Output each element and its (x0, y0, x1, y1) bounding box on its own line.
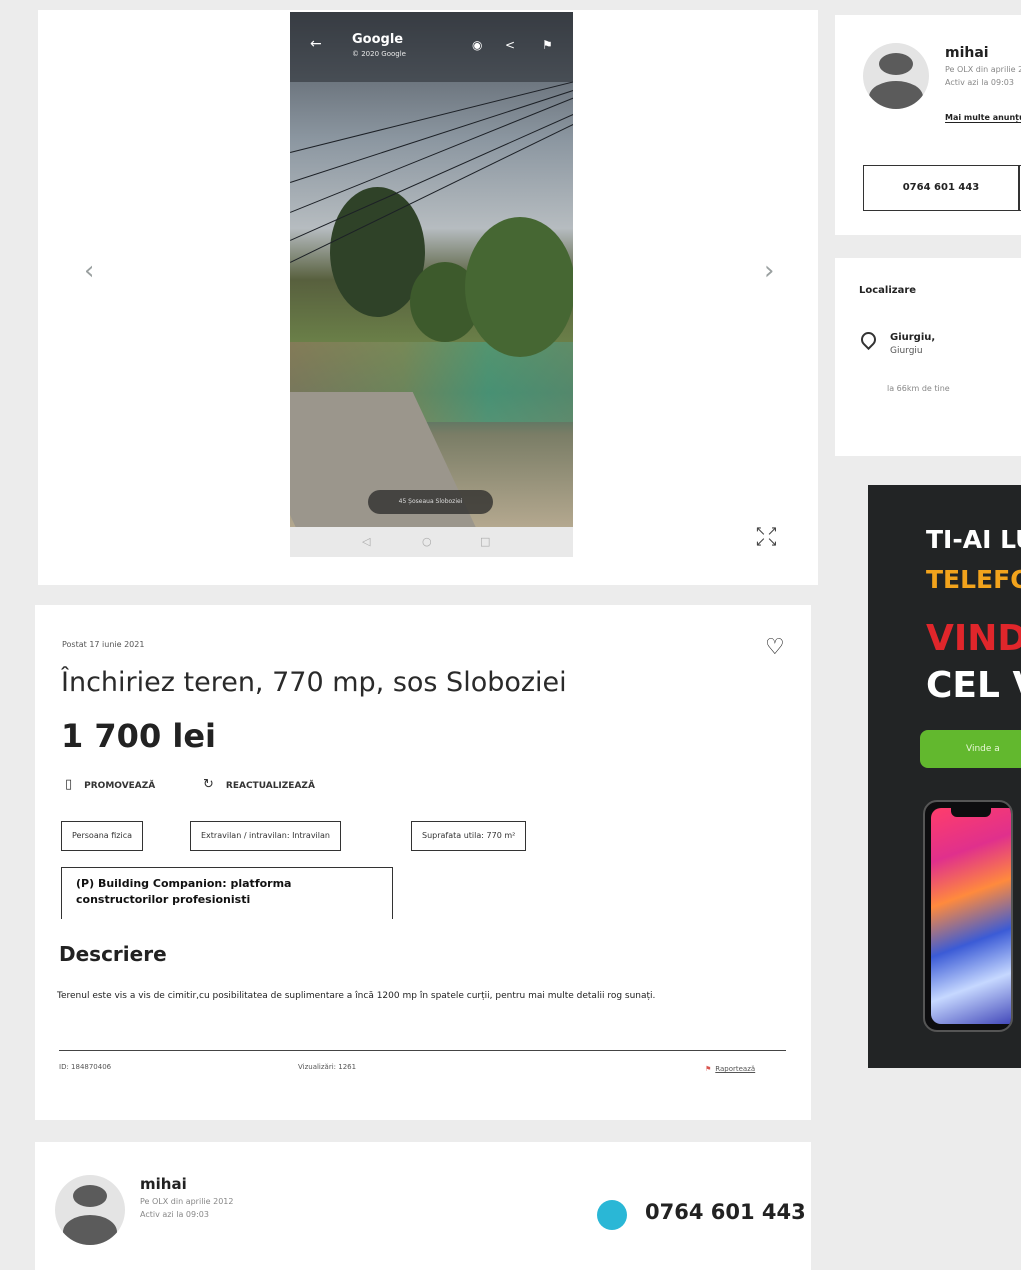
ad-line-2: TELEFO (926, 565, 1021, 594)
location-heading: Localizare (859, 285, 917, 296)
location-region: Giurgiu (890, 346, 923, 356)
gallery-prev-button[interactable]: ‹ (84, 256, 94, 286)
listing-details: Postat 17 iunie 2021 ♡ Închiriez teren, … (35, 605, 811, 1120)
show-phone-button[interactable]: 0764 601 443 (863, 165, 1019, 211)
seller-active: Activ azi la 09:03 (140, 1210, 209, 1219)
listing-id: ID: 184870406 (59, 1063, 112, 1071)
description-heading: Descriere (59, 942, 167, 966)
gallery-next-button[interactable]: › (764, 256, 774, 286)
seller-member-since: Pe OLX din aprilie 2012 (945, 65, 1021, 74)
company-banner[interactable]: (P) Building Companion: platforma constr… (61, 867, 393, 919)
ad-phone-notch (951, 807, 991, 817)
nav-back-icon: ◁ (362, 535, 371, 548)
location-card: Localizare Giurgiu, Giurgiu la 66km de t… (835, 258, 1021, 456)
listing-photo[interactable]: ← Google © 2020 Google ◉ < ⚑ 45 Șoseaua … (290, 12, 573, 527)
more-ads-link[interactable]: Mai multe anunțuri (945, 113, 1021, 123)
refresh-button[interactable]: ↻ REACTUALIZEAZĂ (203, 777, 315, 792)
seller-name[interactable]: mihai (945, 45, 989, 61)
seller-member-since: Pe OLX din aprilie 2012 (140, 1197, 234, 1206)
back-arrow-icon: ← (310, 36, 322, 52)
photo-wire (290, 92, 573, 213)
bookmark-icon: ▯ (65, 777, 73, 792)
advertisement-banner[interactable]: TI-AI LU TELEFO VINDE CEL V Vinde a (868, 485, 1021, 1068)
ad-phone-screen (931, 808, 1011, 1024)
photo-wire (290, 79, 573, 153)
report-label: Raportează (715, 1065, 756, 1073)
phone-icon (597, 1200, 627, 1230)
avatar-body (869, 81, 923, 109)
ad-line-3: VINDE (926, 618, 1021, 659)
photo-title: Google (352, 32, 404, 47)
avatar-head (879, 53, 913, 75)
photo-subtitle: © 2020 Google (352, 50, 406, 58)
share-icon: < (505, 38, 516, 52)
ad-line-4: CEL V (926, 665, 1021, 706)
avatar-icon (863, 43, 929, 109)
fullscreen-icon[interactable]: ↖↗ ↙↘ (755, 525, 779, 549)
avatar-body (63, 1215, 117, 1245)
report-link[interactable]: ⚑ Raportează (705, 1065, 755, 1073)
photo-nav-bar: ◁ ○ □ (290, 527, 573, 557)
posted-date: Postat 17 iunie 2021 (62, 640, 145, 649)
tag-area: Suprafata utila: 770 m² (411, 821, 527, 851)
page: ‹ › ← Google © 2020 Google ◉ < ⚑ 45 Șose… (0, 0, 1021, 1270)
refresh-label: REACTUALIZEAZĂ (225, 781, 315, 791)
seller-card-side: mihai Pe OLX din aprilie 2012 Activ azi … (835, 15, 1021, 235)
description-text: Terenul este vis a vis de cimitir,cu pos… (57, 991, 656, 1001)
flag-icon: ⚑ (542, 38, 553, 52)
tag-seller-type: Persoana fizica (61, 821, 143, 851)
ad-cta-button[interactable]: Vinde a (920, 730, 1021, 768)
report-flag-icon: ⚑ (705, 1065, 712, 1073)
listing-price: 1 700 lei (61, 717, 216, 755)
seller-active: Activ azi la 09:03 (945, 78, 1014, 87)
listing-title: Închiriez teren, 770 mp, sos Sloboziei (61, 667, 567, 698)
heart-icon[interactable]: ♡ (765, 635, 785, 660)
photo-toolbar (290, 12, 573, 82)
photo-tree (465, 217, 573, 357)
promote-label: PROMOVEAZĂ (84, 781, 156, 791)
refresh-icon: ↻ (203, 777, 214, 792)
photo-wire (290, 86, 573, 183)
compass-icon: ◉ (472, 38, 483, 52)
location-distance: la 66km de tine (887, 384, 950, 393)
promote-button[interactable]: ▯ PROMOVEAZĂ (65, 777, 155, 792)
ad-phone-image (923, 800, 1013, 1032)
nav-home-icon: ○ (422, 535, 432, 548)
seller-phone[interactable]: 0764 601 443 (645, 1200, 806, 1224)
tag-zone: Extravilan / intravilan: Intravilan (190, 821, 341, 851)
location-pin-icon (857, 328, 880, 351)
view-count: Vizualizări: 1261 (298, 1063, 357, 1071)
street-label: 45 Șoseaua Sloboziei (368, 490, 493, 514)
nav-recent-icon: □ (480, 535, 491, 548)
ad-line-1: TI-AI LU (926, 525, 1021, 554)
seller-card-bottom: mihai Pe OLX din aprilie 2012 Activ azi … (35, 1142, 811, 1270)
seller-name[interactable]: mihai (140, 1175, 187, 1193)
image-gallery: ‹ › ← Google © 2020 Google ◉ < ⚑ 45 Șose… (38, 10, 818, 585)
location-city: Giurgiu, (890, 332, 936, 343)
divider (59, 1050, 786, 1051)
avatar-head (73, 1185, 107, 1207)
avatar-icon (55, 1175, 125, 1245)
